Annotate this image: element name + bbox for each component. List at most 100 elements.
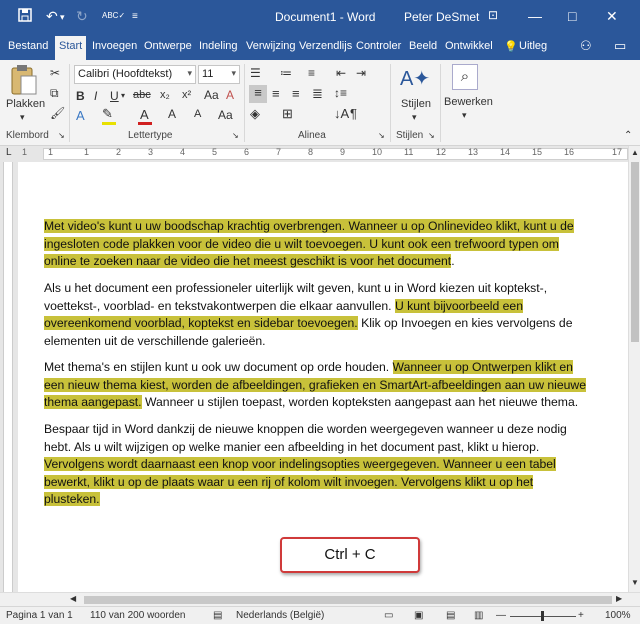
multilevel-list-icon[interactable]: ≡ — [308, 66, 315, 80]
show-formatting-icon[interactable]: ¶ — [350, 106, 357, 121]
tab-layout[interactable]: Indeling — [199, 40, 238, 52]
read-mode-icon[interactable]: ▣ — [414, 610, 423, 621]
decrease-indent-icon[interactable]: ⇤ — [336, 66, 346, 80]
clipboard-launcher-icon[interactable]: ↘ — [58, 131, 65, 140]
zoom-in-icon[interactable]: + — [578, 610, 584, 621]
tab-selector-icon[interactable]: L — [6, 147, 12, 158]
zoom-level[interactable]: 100% — [605, 610, 631, 621]
cut-icon[interactable]: ✂ — [50, 66, 60, 80]
spelling-check-icon[interactable]: ABC✓ — [102, 11, 125, 20]
align-center-icon[interactable]: ≡ — [272, 86, 280, 101]
clear-formatting-icon[interactable]: A — [226, 88, 234, 102]
increase-indent-icon[interactable]: ⇥ — [356, 66, 366, 80]
tab-file[interactable]: Bestand — [8, 40, 48, 52]
comments-icon[interactable]: ▭ — [614, 38, 626, 54]
justify-icon[interactable]: ≣ — [312, 86, 323, 102]
highlight-color-icon[interactable]: ✎ — [102, 106, 113, 122]
tab-review[interactable]: Controler — [356, 40, 401, 52]
vertical-scrollbar[interactable]: ▲ ▼ — [628, 146, 640, 592]
redo-icon[interactable]: ↻ — [76, 8, 88, 25]
undo-icon[interactable]: ↶ — [46, 8, 58, 25]
document-page[interactable]: Met video's kunt u uw boodschap krachtig… — [18, 162, 628, 592]
vertical-ruler[interactable] — [0, 162, 16, 592]
borders-icon[interactable]: ⊞ — [282, 106, 293, 122]
paragraph-launcher-icon[interactable]: ↘ — [378, 131, 385, 140]
zoom-out-icon[interactable]: — — [496, 610, 506, 621]
scrollbar-thumb[interactable] — [631, 162, 639, 342]
clear-format-icon[interactable]: Aa — [218, 108, 233, 122]
customize-toolbar-icon[interactable]: ≡ — [132, 11, 138, 22]
subscript-button[interactable]: x₂ — [160, 89, 170, 101]
tab-developer[interactable]: Ontwikkel — [445, 40, 493, 52]
underline-button[interactable]: U — [110, 89, 119, 103]
scroll-down-icon[interactable]: ▼ — [631, 578, 639, 587]
superscript-button[interactable]: x² — [182, 89, 191, 101]
share-icon[interactable]: ⚇ — [580, 38, 592, 54]
word-count[interactable]: 110 van 200 woorden — [90, 610, 185, 621]
editing-label[interactable]: Bewerken — [444, 96, 493, 108]
numbering-icon[interactable]: ≔ — [280, 66, 292, 80]
styles-icon[interactable]: A✦ — [400, 66, 432, 98]
tab-mailings[interactable]: Verzendlijs — [299, 40, 352, 52]
bullets-icon[interactable]: ☰ — [250, 66, 261, 80]
page-count[interactable]: Pagina 1 van 1 — [6, 610, 73, 621]
copy-icon[interactable]: ⧉ — [50, 86, 59, 101]
search-icon[interactable]: ⌕ — [452, 64, 478, 90]
scroll-left-icon[interactable]: ◀ — [70, 594, 76, 603]
italic-button[interactable]: I — [94, 89, 97, 103]
align-left-icon[interactable]: ≡ — [249, 85, 267, 103]
ruler-number: 9 — [340, 147, 346, 157]
paragraph-4[interactable]: Bespaar tijd in Word dankzij de nieuwe k… — [44, 421, 604, 509]
close-button[interactable]: ✕ — [606, 8, 618, 25]
sort-icon[interactable]: ↓A — [334, 106, 349, 121]
tab-home[interactable]: Start — [55, 36, 87, 60]
editing-dropdown-icon[interactable]: ▾ — [462, 110, 467, 121]
ribbon-display-icon[interactable]: ⊡ — [488, 8, 498, 22]
minimize-button[interactable]: — — [528, 8, 542, 24]
tab-view[interactable]: Beeld — [409, 40, 437, 52]
strikethrough-button[interactable]: abc — [133, 89, 151, 101]
maximize-button[interactable]: □ — [568, 8, 576, 24]
shading-icon[interactable]: ◈ — [250, 106, 260, 122]
font-color-button[interactable]: A — [140, 107, 149, 122]
scrollbar-thumb[interactable] — [84, 596, 612, 604]
font-name-combo[interactable]: Calibri (Hoofdtekst) ▾ — [74, 65, 196, 84]
undo-dropdown-icon[interactable]: ▾ — [60, 12, 65, 23]
horizontal-scrollbar[interactable]: ◀ ▶ — [0, 592, 640, 606]
scroll-up-icon[interactable]: ▲ — [631, 148, 639, 157]
format-painter-icon[interactable]: 🖌 — [50, 106, 65, 120]
zoom-slider-thumb[interactable] — [541, 611, 544, 621]
proofing-icon[interactable]: ▤ — [213, 610, 222, 621]
font-size-combo[interactable]: 11 ▾ — [198, 65, 240, 84]
horizontal-ruler[interactable]: L 1 1 1 2 3 4 5 6 7 8 9 10 11 12 13 14 1… — [0, 146, 640, 162]
line-spacing-icon[interactable]: ↕≡ — [334, 86, 347, 100]
tab-insert[interactable]: Invoegen — [92, 40, 137, 52]
bold-button[interactable]: B — [76, 89, 85, 103]
tab-references[interactable]: Verwijzing — [246, 40, 296, 52]
user-name[interactable]: Peter DeSmet — [404, 10, 479, 24]
paragraph-1[interactable]: Met video's kunt u uw boodschap krachtig… — [44, 218, 604, 271]
styles-launcher-icon[interactable]: ↘ — [428, 131, 435, 140]
grow-font-icon[interactable]: A — [194, 108, 201, 120]
change-case-icon[interactable]: Aa — [204, 88, 219, 102]
text-effects-icon[interactable]: A — [76, 108, 85, 123]
collapse-ribbon-icon[interactable]: ⌃ — [624, 130, 632, 141]
language-status[interactable]: Nederlands (België) — [236, 610, 324, 621]
paste-label[interactable]: Plakken — [6, 98, 45, 110]
align-right-icon[interactable]: ≡ — [292, 86, 300, 101]
web-layout-icon[interactable]: ▥ — [474, 610, 483, 621]
paragraph-3[interactable]: Met thema's en stijlen kunt u ook uw doc… — [44, 359, 604, 412]
tab-design[interactable]: Ontwerpe — [144, 40, 192, 52]
tab-tell-me[interactable]: Uitleg — [519, 40, 547, 52]
styles-dropdown-icon[interactable]: ▾ — [412, 112, 417, 123]
styles-label[interactable]: Stijlen — [401, 98, 431, 110]
scroll-right-icon[interactable]: ▶ — [616, 594, 622, 603]
underline-dropdown-icon[interactable]: ▾ — [121, 91, 125, 100]
paste-dropdown-icon[interactable]: ▾ — [20, 112, 25, 123]
save-icon[interactable] — [18, 8, 32, 25]
print-layout-icon[interactable]: ▤ — [446, 610, 455, 621]
focus-mode-icon[interactable]: ▭ — [384, 610, 393, 621]
shrink-font-icon[interactable]: A — [168, 107, 176, 121]
paragraph-2[interactable]: Als u het document een professioneler ui… — [44, 280, 604, 350]
font-launcher-icon[interactable]: ↘ — [232, 131, 239, 140]
